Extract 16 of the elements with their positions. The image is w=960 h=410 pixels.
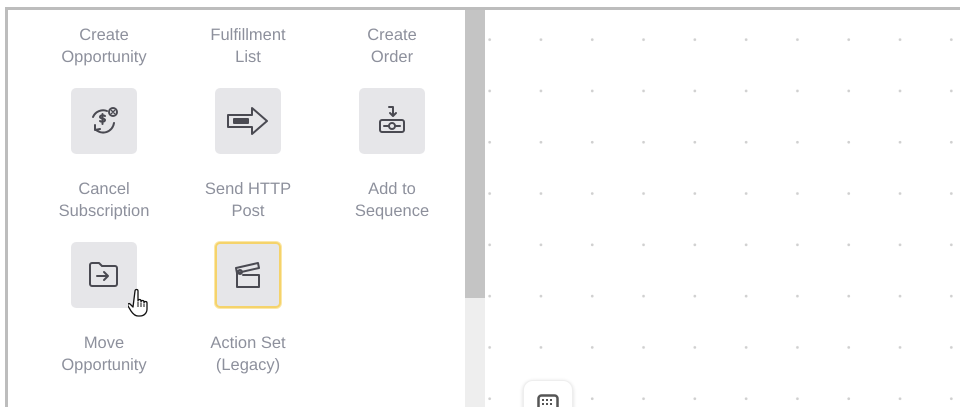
folder-arrow-icon bbox=[87, 260, 121, 290]
tile-label: Create Opportunity bbox=[61, 25, 147, 68]
tile-label: Create Order bbox=[367, 25, 417, 68]
tile-label: Cancel Subscription bbox=[58, 179, 150, 222]
action-tile[interactable] bbox=[215, 242, 281, 308]
action-tile[interactable] bbox=[215, 88, 281, 154]
tile-label: Move Opportunity bbox=[61, 333, 147, 376]
action-tile[interactable] bbox=[71, 88, 137, 154]
tile-label: Send HTTP Post bbox=[204, 179, 292, 222]
action-tile[interactable] bbox=[359, 88, 425, 154]
scrollbar-thumb[interactable] bbox=[465, 10, 485, 298]
keyboard-icon bbox=[537, 394, 559, 407]
tile-label: Fulfillment List bbox=[210, 25, 286, 68]
tile-label: Add to Sequence bbox=[354, 179, 430, 222]
tile-label: Action Set (Legacy) bbox=[210, 333, 286, 376]
http-arrow-icon bbox=[225, 104, 271, 138]
